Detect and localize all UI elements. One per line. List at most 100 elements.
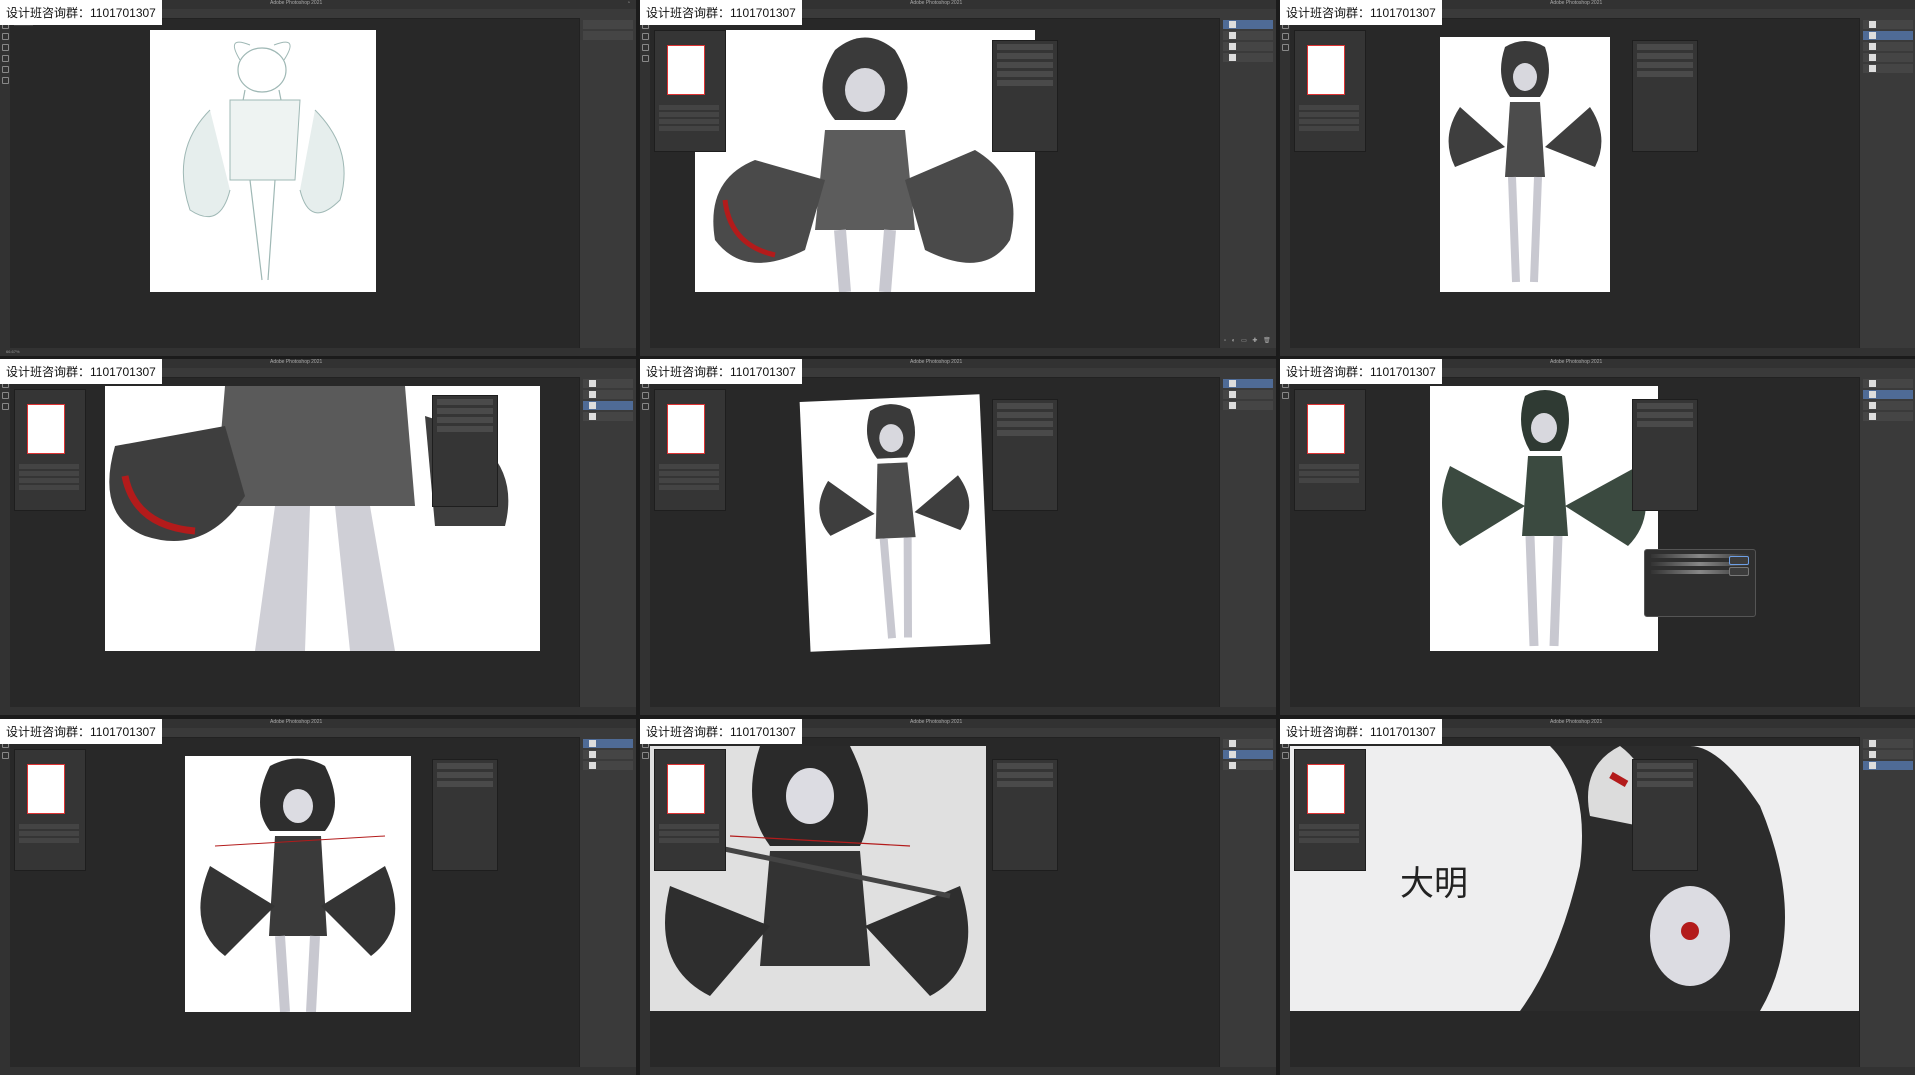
- layer-row[interactable]: [583, 412, 633, 421]
- navigator-panel[interactable]: [1294, 749, 1366, 871]
- canvas-area[interactable]: [10, 27, 580, 348]
- layer-row[interactable]: [1863, 20, 1913, 29]
- layer-row[interactable]: [583, 750, 633, 759]
- select-tool-icon[interactable]: [641, 33, 649, 40]
- layers-panel[interactable]: [1219, 377, 1276, 707]
- eraser-tool-icon[interactable]: [1, 66, 9, 73]
- canvas-area[interactable]: [650, 386, 1220, 707]
- layer-row[interactable]: [1223, 20, 1273, 29]
- layer-row[interactable]: [583, 379, 633, 388]
- layer-row[interactable]: [583, 20, 633, 29]
- brush-tool-icon[interactable]: [1, 55, 9, 62]
- tools-panel[interactable]: [640, 737, 650, 1067]
- layer-row[interactable]: [1863, 761, 1913, 770]
- navigator-panel[interactable]: [1294, 30, 1366, 152]
- brush-tool-icon[interactable]: [641, 752, 649, 759]
- eraser-tool-icon[interactable]: [1, 403, 9, 410]
- properties-panel[interactable]: [992, 40, 1058, 152]
- canvas-area[interactable]: [650, 746, 1220, 1067]
- layer-row[interactable]: [583, 739, 633, 748]
- canvas-area[interactable]: [650, 27, 1220, 348]
- layer-row[interactable]: [1223, 53, 1273, 62]
- navigator-thumbnail[interactable]: [27, 764, 65, 814]
- cancel-button[interactable]: [1729, 567, 1749, 576]
- navigator-panel[interactable]: [1294, 389, 1366, 511]
- layer-row[interactable]: [583, 401, 633, 410]
- layer-row[interactable]: [1223, 401, 1273, 410]
- right-panel[interactable]: [579, 18, 636, 348]
- layers-panel[interactable]: [1859, 18, 1915, 348]
- properties-panel[interactable]: [1632, 399, 1698, 511]
- history-list[interactable]: [659, 462, 719, 506]
- history-list[interactable]: [19, 462, 79, 506]
- navigator-panel[interactable]: [654, 389, 726, 511]
- layer-row[interactable]: [1223, 750, 1273, 759]
- brush-tool-icon[interactable]: [1281, 392, 1289, 399]
- properties-panel[interactable]: [432, 395, 498, 507]
- layer-row[interactable]: [1863, 379, 1913, 388]
- layers-panel[interactable]: [579, 737, 636, 1067]
- color-balance-dialog[interactable]: [1644, 549, 1756, 617]
- layer-row[interactable]: [1863, 53, 1913, 62]
- layer-row[interactable]: [1223, 761, 1273, 770]
- properties-panel[interactable]: [1632, 40, 1698, 152]
- canvas-area[interactable]: [1290, 27, 1860, 348]
- brush-tool-icon[interactable]: [641, 403, 649, 410]
- layer-row[interactable]: [1863, 739, 1913, 748]
- navigator-thumbnail[interactable]: [1307, 45, 1345, 95]
- brush-tool-icon[interactable]: [1281, 33, 1289, 40]
- layer-row[interactable]: [1223, 31, 1273, 40]
- eraser-tool-icon[interactable]: [641, 55, 649, 62]
- canvas[interactable]: 大明: [1290, 746, 1860, 1011]
- brush-tool-icon[interactable]: [1, 392, 9, 399]
- properties-panel[interactable]: [432, 759, 498, 871]
- layers-panel[interactable]: [1219, 737, 1276, 1067]
- history-list[interactable]: [1299, 103, 1359, 147]
- layer-row[interactable]: [583, 31, 633, 40]
- rotated-canvas[interactable]: [799, 394, 991, 652]
- history-list[interactable]: [19, 822, 79, 866]
- history-list[interactable]: [1299, 822, 1359, 866]
- layer-row[interactable]: [1863, 31, 1913, 40]
- tools-panel[interactable]: [640, 377, 650, 707]
- select-tool-icon[interactable]: [1, 33, 9, 40]
- navigator-thumbnail[interactable]: [1307, 764, 1345, 814]
- layer-row[interactable]: [1223, 390, 1273, 399]
- navigator-panel[interactable]: [654, 749, 726, 871]
- canvas[interactable]: [185, 756, 411, 1012]
- layer-row[interactable]: [1863, 64, 1913, 73]
- layers-panel[interactable]: [579, 377, 636, 707]
- navigator-panel[interactable]: [14, 389, 86, 511]
- history-list[interactable]: [659, 103, 719, 147]
- navigator-thumbnail[interactable]: [667, 404, 705, 454]
- properties-panel[interactable]: [992, 759, 1058, 871]
- type-tool-icon[interactable]: [1, 77, 9, 84]
- history-list[interactable]: [1299, 462, 1359, 506]
- layer-row[interactable]: [1863, 401, 1913, 410]
- tools-panel[interactable]: [1280, 377, 1290, 707]
- layers-panel[interactable]: [1859, 737, 1915, 1067]
- layer-row[interactable]: [1863, 390, 1913, 399]
- layer-row[interactable]: [1223, 739, 1273, 748]
- layer-row[interactable]: [1863, 412, 1913, 421]
- tools-panel[interactable]: [0, 18, 10, 348]
- navigator-thumbnail[interactable]: [667, 764, 705, 814]
- properties-panel[interactable]: [1632, 759, 1698, 871]
- brush-tool-icon[interactable]: [1281, 752, 1289, 759]
- canvas[interactable]: [1440, 37, 1610, 292]
- canvas[interactable]: [1430, 386, 1658, 651]
- navigator-panel[interactable]: [14, 749, 86, 871]
- ok-button[interactable]: [1729, 556, 1749, 565]
- brush-tool-icon[interactable]: [641, 44, 649, 51]
- navigator-thumbnail[interactable]: [1307, 404, 1345, 454]
- layer-row[interactable]: [1863, 750, 1913, 759]
- layer-row[interactable]: [1223, 42, 1273, 51]
- canvas[interactable]: [695, 30, 1035, 292]
- tools-panel[interactable]: [1280, 737, 1290, 1067]
- layer-row[interactable]: [1863, 42, 1913, 51]
- layer-row[interactable]: [583, 761, 633, 770]
- tools-panel[interactable]: [1280, 18, 1290, 348]
- layers-panel[interactable]: [1859, 377, 1915, 707]
- navigator-panel[interactable]: [654, 30, 726, 152]
- rotate-view-tool-icon[interactable]: [641, 392, 649, 399]
